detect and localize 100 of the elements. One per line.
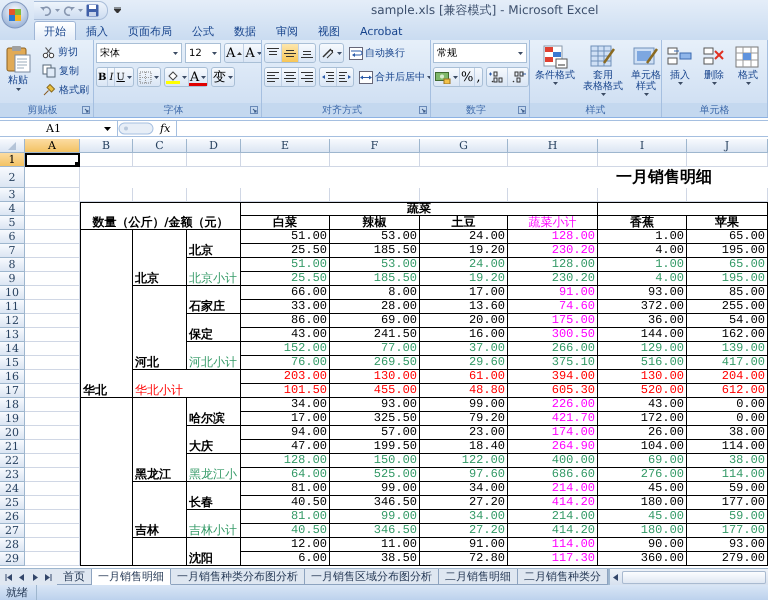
italic-button[interactable]: I	[108, 68, 116, 86]
ribbon-tab[interactable]: 插入	[76, 21, 118, 40]
column-header[interactable]: G	[420, 139, 508, 153]
row-header[interactable]: 27	[0, 524, 25, 538]
decrease-indent-button[interactable]	[320, 68, 337, 86]
row-header[interactable]: 9	[0, 272, 25, 286]
accounting-format-button[interactable]	[434, 68, 460, 86]
align-center-button[interactable]	[282, 68, 299, 86]
sheet-tab[interactable]: 一月销售区域分布图分析	[305, 569, 439, 585]
undo-icon[interactable]	[40, 4, 52, 16]
table-format-button[interactable]: 套用 表格格式	[580, 43, 626, 98]
row-header[interactable]: 5	[0, 216, 25, 230]
ribbon-tab[interactable]: 数据	[224, 21, 266, 40]
phonetic-button[interactable]: 变	[212, 68, 234, 86]
increase-decimal-button[interactable]	[486, 68, 508, 86]
sheet-tab[interactable]: 二月销售明细	[439, 569, 518, 585]
row-header[interactable]: 20	[0, 426, 25, 440]
insert-button[interactable]: 插入	[664, 43, 696, 87]
row-header[interactable]: 17	[0, 384, 25, 398]
paste-button[interactable]: 粘贴	[2, 43, 34, 103]
previous-sheet-icon[interactable]	[18, 574, 26, 580]
copy-button[interactable]: 复制	[36, 62, 91, 80]
selected-cell[interactable]	[25, 153, 80, 167]
ribbon-tab[interactable]: 页面布局	[118, 21, 182, 40]
row-header[interactable]: 7	[0, 244, 25, 258]
row-header[interactable]: 1	[0, 153, 25, 167]
office-orb-button[interactable]	[1, 1, 29, 29]
row-header[interactable]: 28	[0, 538, 25, 552]
cell-styles-button[interactable]: 单元格 样式	[628, 43, 661, 98]
row-header[interactable]: 14	[0, 342, 25, 356]
column-header[interactable]: B	[80, 139, 133, 153]
row-header[interactable]: 10	[0, 286, 25, 300]
ribbon-tab[interactable]: 审阅	[266, 21, 308, 40]
dialog-launcher-icon[interactable]	[250, 106, 258, 114]
column-header[interactable]: I	[598, 139, 687, 153]
row-header[interactable]: 29	[0, 552, 25, 566]
column-header[interactable]: E	[241, 139, 330, 153]
insert-function-button[interactable]: fx	[154, 121, 176, 136]
column-header[interactable]: J	[687, 139, 768, 153]
dialog-launcher-icon[interactable]	[82, 106, 90, 114]
row-header[interactable]: 16	[0, 370, 25, 384]
row-header[interactable]: 11	[0, 300, 25, 314]
last-sheet-icon[interactable]	[44, 574, 52, 580]
row-header[interactable]: 12	[0, 314, 25, 328]
row-header[interactable]: 25	[0, 496, 25, 510]
sheet-tab[interactable]: 一月销售种类分布图分析	[171, 569, 305, 585]
row-header[interactable]: 19	[0, 412, 25, 426]
percent-button[interactable]: %	[460, 68, 476, 86]
row-header[interactable]: 13	[0, 328, 25, 342]
column-header[interactable]: D	[187, 139, 241, 153]
delete-button[interactable]: 删除	[698, 43, 730, 87]
row-header[interactable]: 23	[0, 468, 25, 482]
cut-button[interactable]: 剪切	[36, 43, 91, 61]
format-button[interactable]: 格式	[732, 43, 764, 87]
column-header[interactable]: C	[133, 139, 187, 153]
font-size-field[interactable]: 12	[185, 43, 221, 63]
align-left-button[interactable]	[265, 68, 282, 86]
sheet-tab[interactable]: 二月销售种类分	[518, 569, 608, 585]
number-format-field[interactable]: 常规	[433, 43, 527, 63]
row-header[interactable]: 21	[0, 440, 25, 454]
font-name-field[interactable]: 宋体	[96, 43, 182, 63]
ribbon-tab[interactable]: 公式	[182, 21, 224, 40]
ribbon-tab[interactable]: 开始	[34, 21, 76, 40]
row-header[interactable]: 22	[0, 454, 25, 468]
fill-color-button[interactable]	[164, 68, 189, 86]
dialog-launcher-icon[interactable]	[518, 106, 526, 114]
row-header[interactable]: 4	[0, 202, 25, 216]
redo-icon[interactable]	[63, 4, 75, 16]
row-header[interactable]: 18	[0, 398, 25, 412]
row-header[interactable]: 15	[0, 356, 25, 370]
horizontal-scrollbar[interactable]	[608, 569, 768, 585]
caret-icon[interactable]	[104, 126, 111, 130]
column-header[interactable]: A	[25, 139, 80, 153]
grow-font-button[interactable]: A	[225, 44, 244, 62]
resize-handle-icon[interactable]	[118, 121, 154, 136]
sheet-tab[interactable]: 首页	[57, 569, 92, 585]
row-header[interactable]: 24	[0, 482, 25, 496]
row-header[interactable]: 8	[0, 258, 25, 272]
comma-button[interactable]: ,	[475, 68, 482, 86]
row-header[interactable]: 26	[0, 510, 25, 524]
bold-button[interactable]: B	[97, 68, 108, 86]
first-sheet-icon[interactable]	[5, 574, 13, 580]
sheet-tab[interactable]: 一月销售明细	[92, 569, 171, 585]
column-header[interactable]: H	[508, 139, 598, 153]
row-header[interactable]: 2	[0, 167, 25, 188]
conditional-format-button[interactable]: 条件格式	[532, 43, 578, 87]
shrink-font-button[interactable]: A	[244, 44, 261, 62]
merge-center-button[interactable]: 合并后居中	[357, 67, 430, 87]
customize-caret-icon[interactable]	[114, 7, 121, 13]
column-header[interactable]: F	[330, 139, 420, 153]
row-header[interactable]: 3	[0, 188, 25, 202]
ribbon-tab[interactable]: 视图	[308, 21, 350, 40]
save-icon[interactable]	[86, 4, 99, 16]
underline-button[interactable]: U	[115, 68, 133, 86]
next-sheet-icon[interactable]	[31, 574, 39, 580]
ribbon-tab[interactable]: Acrobat	[350, 21, 412, 40]
row-header[interactable]: 6	[0, 230, 25, 244]
format-painter-button[interactable]: 格式刷	[36, 81, 91, 99]
name-box[interactable]: A1	[0, 121, 118, 136]
align-middle-button[interactable]	[282, 44, 299, 62]
